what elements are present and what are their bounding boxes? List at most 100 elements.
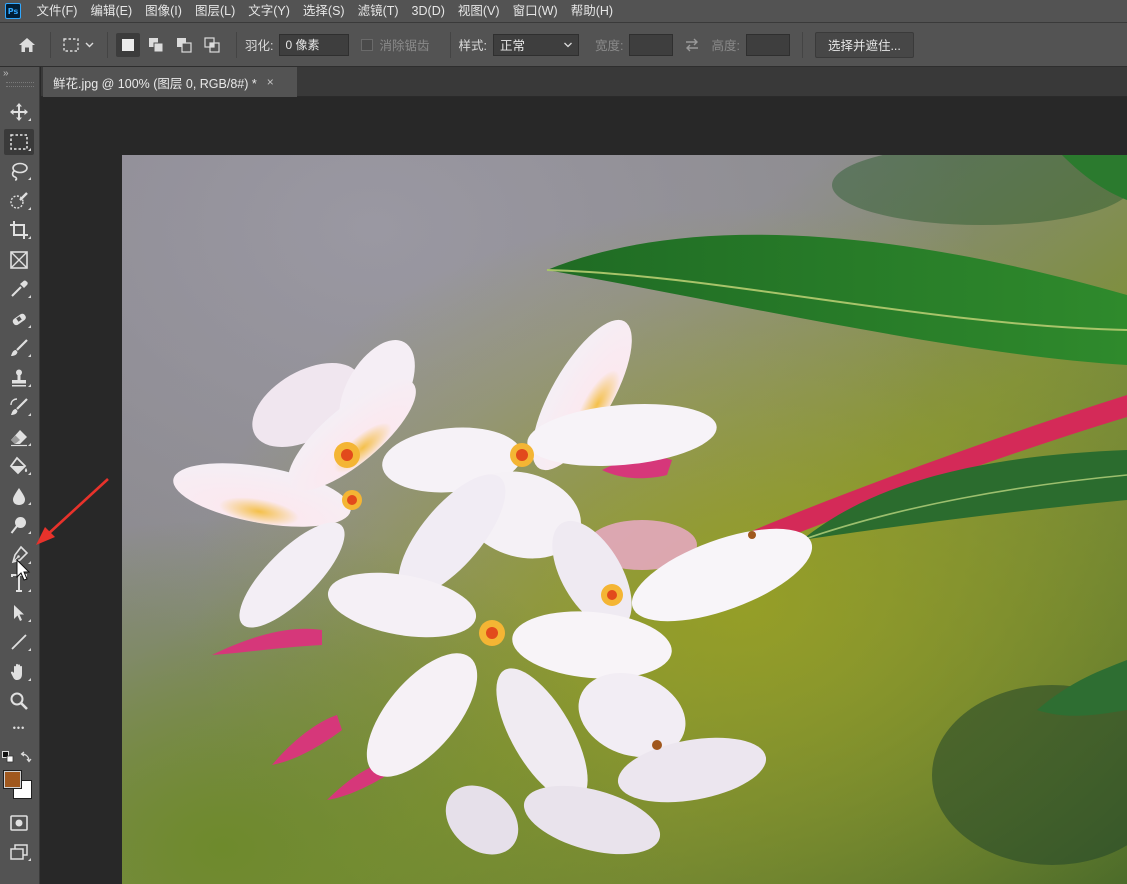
flower-photo-canvas[interactable] (122, 155, 1127, 884)
quick-mask-icon (10, 815, 28, 831)
magnifier-icon (10, 692, 28, 710)
eraser-icon (11, 430, 27, 447)
eyedropper-icon (11, 280, 28, 297)
feather-input[interactable]: 0 像素 (279, 33, 350, 56)
menu-filter[interactable]: 滤镜(T) (351, 0, 405, 23)
rectangular-marquee-tool[interactable] (4, 129, 34, 155)
submenu-corner (28, 413, 31, 416)
zoom-tool[interactable] (4, 688, 34, 714)
stamp-icon (12, 369, 26, 387)
menu-view[interactable]: 视图(V) (451, 0, 506, 23)
antialias-label: 消除锯齿 (379, 39, 430, 53)
screen-mode-icon (10, 844, 28, 860)
subtract-from-selection-button[interactable] (172, 33, 196, 57)
menu-layer[interactable]: 图层(L) (188, 0, 241, 23)
lasso-icon (11, 162, 28, 181)
crop-icon (10, 221, 28, 239)
swap-width-height-button[interactable] (673, 33, 711, 57)
clone-stamp-tool[interactable] (4, 365, 34, 391)
document-tab[interactable]: 鲜花.jpg @ 100% (图层 0, RGB/8#) * × (43, 67, 297, 97)
dodge-tool[interactable] (4, 512, 34, 538)
home-button[interactable] (12, 30, 42, 60)
chevron-down-icon (564, 42, 572, 47)
pen-icon (11, 545, 29, 564)
collapse-panel-icon[interactable]: » (3, 68, 9, 79)
quick-selection-tool[interactable] (4, 188, 34, 214)
menu-select[interactable]: 选择(S) (296, 0, 351, 23)
healing-brush-tool[interactable] (4, 306, 34, 332)
path-selection-tool[interactable] (4, 600, 34, 626)
menu-file[interactable]: 文件(F) (30, 0, 84, 23)
bandage-icon (12, 313, 26, 326)
arrow-cursor-icon (14, 605, 24, 621)
submenu-corner (28, 384, 31, 387)
select-and-mask-button[interactable]: 选择并遮住... (814, 31, 914, 58)
new-selection-icon (122, 38, 134, 51)
canvas-workspace[interactable] (41, 98, 1127, 884)
pen-tool[interactable] (4, 542, 34, 568)
paint-bucket-icon (9, 456, 28, 475)
submenu-corner (28, 619, 31, 622)
edit-toolbar-button[interactable]: ••• (4, 718, 34, 738)
antialias-checkbox[interactable] (361, 38, 374, 51)
submenu-corner (28, 678, 31, 681)
lasso-tool[interactable] (4, 158, 34, 184)
line-icon (11, 634, 27, 650)
blur-tool[interactable] (4, 483, 34, 509)
submenu-corner (28, 118, 31, 121)
screen-mode-button[interactable] (4, 839, 34, 865)
foreground-color-swatch[interactable] (3, 770, 22, 789)
frame-tool[interactable] (4, 247, 34, 273)
separator (236, 31, 237, 58)
submenu-corner (28, 502, 31, 505)
tool-preset-picker[interactable] (59, 31, 99, 59)
frame-icon (10, 251, 28, 269)
feather-label: 羽化: (245, 39, 274, 53)
menu-help[interactable]: 帮助(H) (564, 0, 619, 23)
submenu-corner (28, 325, 31, 328)
rectangular-marquee-icon (10, 134, 28, 150)
panel-grip[interactable] (6, 82, 34, 87)
swap-colors-icon[interactable] (20, 751, 32, 763)
submenu-corner (28, 443, 31, 446)
menu-3d[interactable]: 3D(D) (405, 0, 451, 23)
brush-tool[interactable] (4, 335, 34, 361)
submenu-corner (28, 858, 31, 861)
history-brush-tool[interactable] (4, 394, 34, 420)
tools-panel: » ••• (0, 67, 40, 884)
crop-tool[interactable] (4, 217, 34, 243)
menu-image[interactable]: 图像(I) (139, 0, 189, 23)
add-to-selection-button[interactable] (144, 33, 168, 57)
submenu-corner (28, 207, 31, 210)
close-icon[interactable]: × (267, 75, 274, 89)
width-input[interactable] (629, 33, 674, 56)
new-selection-button[interactable] (116, 32, 140, 57)
height-label: 高度: (711, 39, 740, 53)
intersect-selection-button[interactable] (200, 33, 224, 57)
submenu-corner (28, 589, 31, 592)
move-tool[interactable] (4, 99, 34, 125)
eraser-tool[interactable] (4, 424, 34, 450)
eyedropper-tool[interactable] (4, 276, 34, 302)
menu-type[interactable]: 文字(Y) (242, 0, 297, 23)
menu-window[interactable]: 窗口(W) (506, 0, 564, 23)
dodge-icon (10, 517, 26, 534)
menu-edit[interactable]: 编辑(E) (84, 0, 139, 23)
height-input[interactable] (745, 33, 790, 56)
submenu-corner (28, 177, 31, 180)
brush-icon (11, 339, 28, 356)
default-colors-icon[interactable] (2, 751, 14, 763)
flower-photo (122, 155, 1127, 884)
paint-bucket-tool[interactable] (4, 453, 34, 479)
home-icon (19, 37, 35, 52)
marquee-preset-icon (63, 37, 94, 52)
submenu-corner (28, 148, 31, 151)
hand-tool[interactable] (4, 659, 34, 685)
style-select[interactable]: 正常 (492, 33, 579, 56)
width-label: 宽度: (594, 39, 624, 53)
line-tool[interactable] (4, 629, 34, 655)
subtract-selection-icon (177, 37, 192, 53)
type-tool[interactable] (4, 570, 34, 596)
document-tab-bar: 鲜花.jpg @ 100% (图层 0, RGB/8#) * × (41, 67, 1127, 97)
quick-mask-button[interactable] (4, 810, 34, 836)
